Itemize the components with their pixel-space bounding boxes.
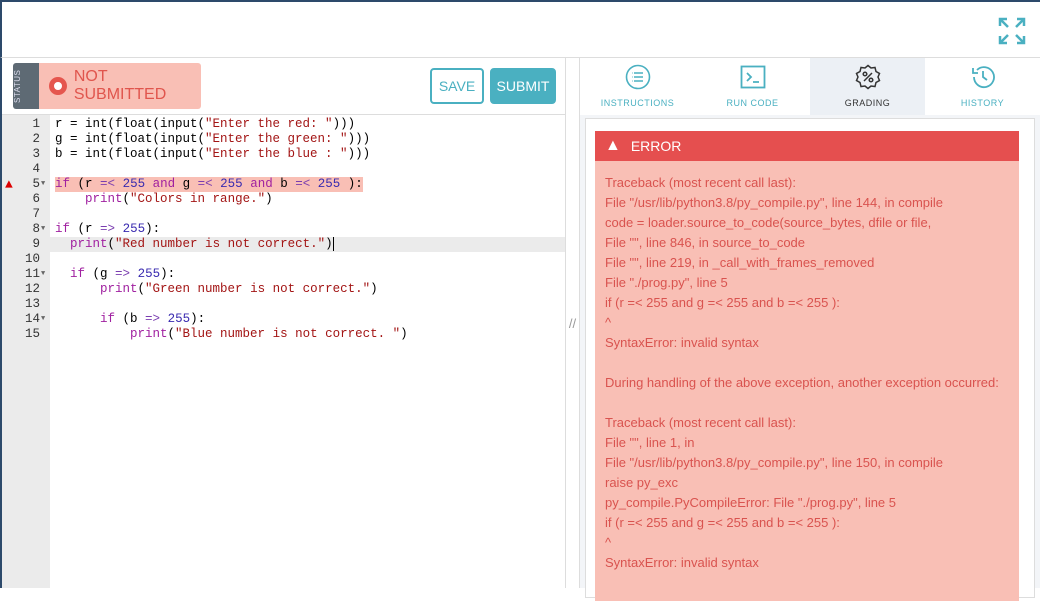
save-button[interactable]: SAVE: [430, 68, 484, 104]
code-line[interactable]: 12 print("Green number is not correct."): [2, 282, 565, 297]
line-number: 4: [32, 162, 40, 176]
code-text: if (r => 255):: [55, 222, 161, 236]
error-line: File "./prog.py", line 5: [605, 275, 728, 290]
code-line[interactable]: 4: [2, 162, 565, 177]
line-number: 3: [32, 147, 40, 161]
status-dot-icon: [49, 77, 67, 95]
tab-label: HISTORY: [960, 98, 1005, 108]
error-line: Traceback (most recent call last):: [605, 415, 796, 430]
error-line: SyntaxError: invalid syntax: [605, 555, 759, 570]
error-line: File "/usr/lib/python3.8/py_compile.py",…: [605, 455, 944, 470]
code-text: print("Green number is not correct."): [100, 282, 378, 296]
code-line[interactable]: 8 ▼ if (r => 255):: [2, 222, 565, 237]
code-line[interactable]: 2 g = int(float(input("Enter the green: "…: [2, 132, 565, 147]
code-text: print("Colors in range."): [85, 192, 273, 206]
error-line: Traceback (most recent call last):: [605, 175, 796, 190]
error-line: ^: [605, 535, 612, 550]
error-line: File "", line 1, in: [605, 435, 695, 450]
line-number: 7: [32, 207, 40, 221]
code-line[interactable]: 14 ▼ if (b => 255):: [2, 312, 565, 327]
tab-run-code[interactable]: RUN CODE: [695, 58, 810, 115]
line-number: 15: [24, 327, 40, 341]
tab-history[interactable]: HISTORY: [925, 58, 1040, 115]
tab-bar: INSTRUCTIONS RUN CODE GRADING HISTORY: [580, 58, 1040, 115]
error-line: py_compile.PyCompileError: File "./prog.…: [605, 495, 897, 510]
code-text: print("Red number is not correct."): [70, 237, 334, 251]
code-line[interactable]: 15 print("Blue number is not correct. "): [2, 327, 565, 342]
warning-icon: ▲: [605, 137, 621, 154]
line-number: 1: [32, 117, 40, 131]
terminal-icon: [740, 64, 766, 98]
error-line: During handling of the above exception, …: [605, 375, 999, 390]
code-text: if (b => 255):: [100, 312, 206, 326]
line-number: 8: [32, 222, 40, 236]
line-number: 11: [24, 267, 40, 281]
code-text: print("Blue number is not correct. "): [130, 327, 408, 341]
error-line: [605, 393, 1009, 413]
tab-instructions[interactable]: INSTRUCTIONS: [580, 58, 695, 115]
code-line[interactable]: ▲ 5 ▼ if (r =< 255 and g =< 255 and b =< 25…: [2, 177, 565, 192]
code-text: g = int(float(input("Enter the green: ")…: [55, 132, 371, 146]
status-badge: STATUS NOT SUBMITTED: [13, 63, 201, 109]
code-line[interactable]: 13: [2, 297, 565, 312]
panel-splitter[interactable]: //: [565, 58, 580, 588]
code-line[interactable]: 3 b = int(float(input("Enter the blue : "…: [2, 147, 565, 162]
code-editor[interactable]: 1 r = int(float(input("Enter the red: "))…: [2, 114, 565, 588]
error-line: if (r =< 255 and g =< 255 and b =< 255 )…: [605, 295, 840, 310]
code-line[interactable]: 6 print("Colors in range."): [2, 192, 565, 207]
fold-toggle-icon[interactable]: ▼: [41, 312, 45, 327]
error-line: if (r =< 255 and g =< 255 and b =< 255 )…: [605, 515, 840, 530]
tab-label: INSTRUCTIONS: [600, 98, 675, 108]
error-line: File "", line 219, in _call_with_frames_…: [605, 255, 875, 270]
error-line: SyntaxError: invalid syntax: [605, 335, 759, 350]
error-line: [605, 353, 1009, 373]
grading-card: ▲ ERROR Traceback (most recent call last)…: [585, 118, 1035, 601]
expand-icon[interactable]: [998, 17, 1026, 45]
list-icon: [625, 64, 651, 98]
code-text: if (g => 255):: [70, 267, 176, 281]
error-output: Traceback (most recent call last): File "…: [595, 161, 1019, 585]
fold-toggle-icon[interactable]: ▼: [41, 177, 45, 192]
line-number: 10: [24, 252, 40, 266]
line-number: 13: [24, 297, 40, 311]
tab-label: GRADING: [844, 98, 891, 108]
line-number: 5: [32, 177, 40, 191]
history-icon: [970, 64, 996, 98]
fold-toggle-icon[interactable]: ▼: [41, 267, 45, 282]
percent-badge-icon: [855, 64, 881, 98]
error-title: ERROR: [630, 138, 682, 154]
code-line[interactable]: 7: [2, 207, 565, 222]
error-line: raise py_exc: [605, 475, 678, 490]
status-label: NOT SUBMITTED: [73, 68, 167, 103]
line-number: 14: [24, 312, 40, 326]
submit-button[interactable]: SUBMIT: [490, 68, 556, 104]
code-line[interactable]: 9 print("Red number is not correct."): [2, 237, 565, 252]
code-text: b = int(float(input("Enter the blue : ")…: [55, 147, 371, 161]
error-line: code = loader.source_to_code(source_byte…: [605, 215, 932, 230]
error-line: ^: [605, 315, 612, 330]
code-line[interactable]: 1 r = int(float(input("Enter the red: "))…: [2, 117, 565, 132]
tab-grading[interactable]: GRADING: [810, 58, 925, 115]
code-text: if (r =< 255 and g =< 255 and b =< 255 )…: [55, 177, 363, 192]
code-text: r = int(float(input("Enter the red: "))): [55, 117, 356, 131]
error-line: File "", line 846, in source_to_code: [605, 235, 806, 250]
line-number: 12: [24, 282, 40, 296]
tab-label: RUN CODE: [726, 98, 779, 108]
line-number: 9: [32, 237, 40, 251]
code-line[interactable]: 11 ▼ if (g => 255):: [2, 267, 565, 282]
error-box: ▲ ERROR Traceback (most recent call last)…: [595, 131, 1019, 601]
error-line: File "/usr/lib/python3.8/py_compile.py",…: [605, 195, 944, 210]
top-bar: [0, 0, 1040, 58]
code-line[interactable]: 10: [2, 252, 565, 267]
line-number: 6: [32, 192, 40, 206]
status-tag: STATUS: [13, 63, 39, 109]
right-panel: INSTRUCTIONS RUN CODE GRADING HISTORY ▲ ERRO…: [580, 58, 1040, 601]
fold-toggle-icon[interactable]: ▼: [41, 222, 45, 237]
editor-panel: STATUS NOT SUBMITTED SAVE SUBMIT 1 r = in…: [0, 58, 565, 588]
line-number: 2: [32, 132, 40, 146]
